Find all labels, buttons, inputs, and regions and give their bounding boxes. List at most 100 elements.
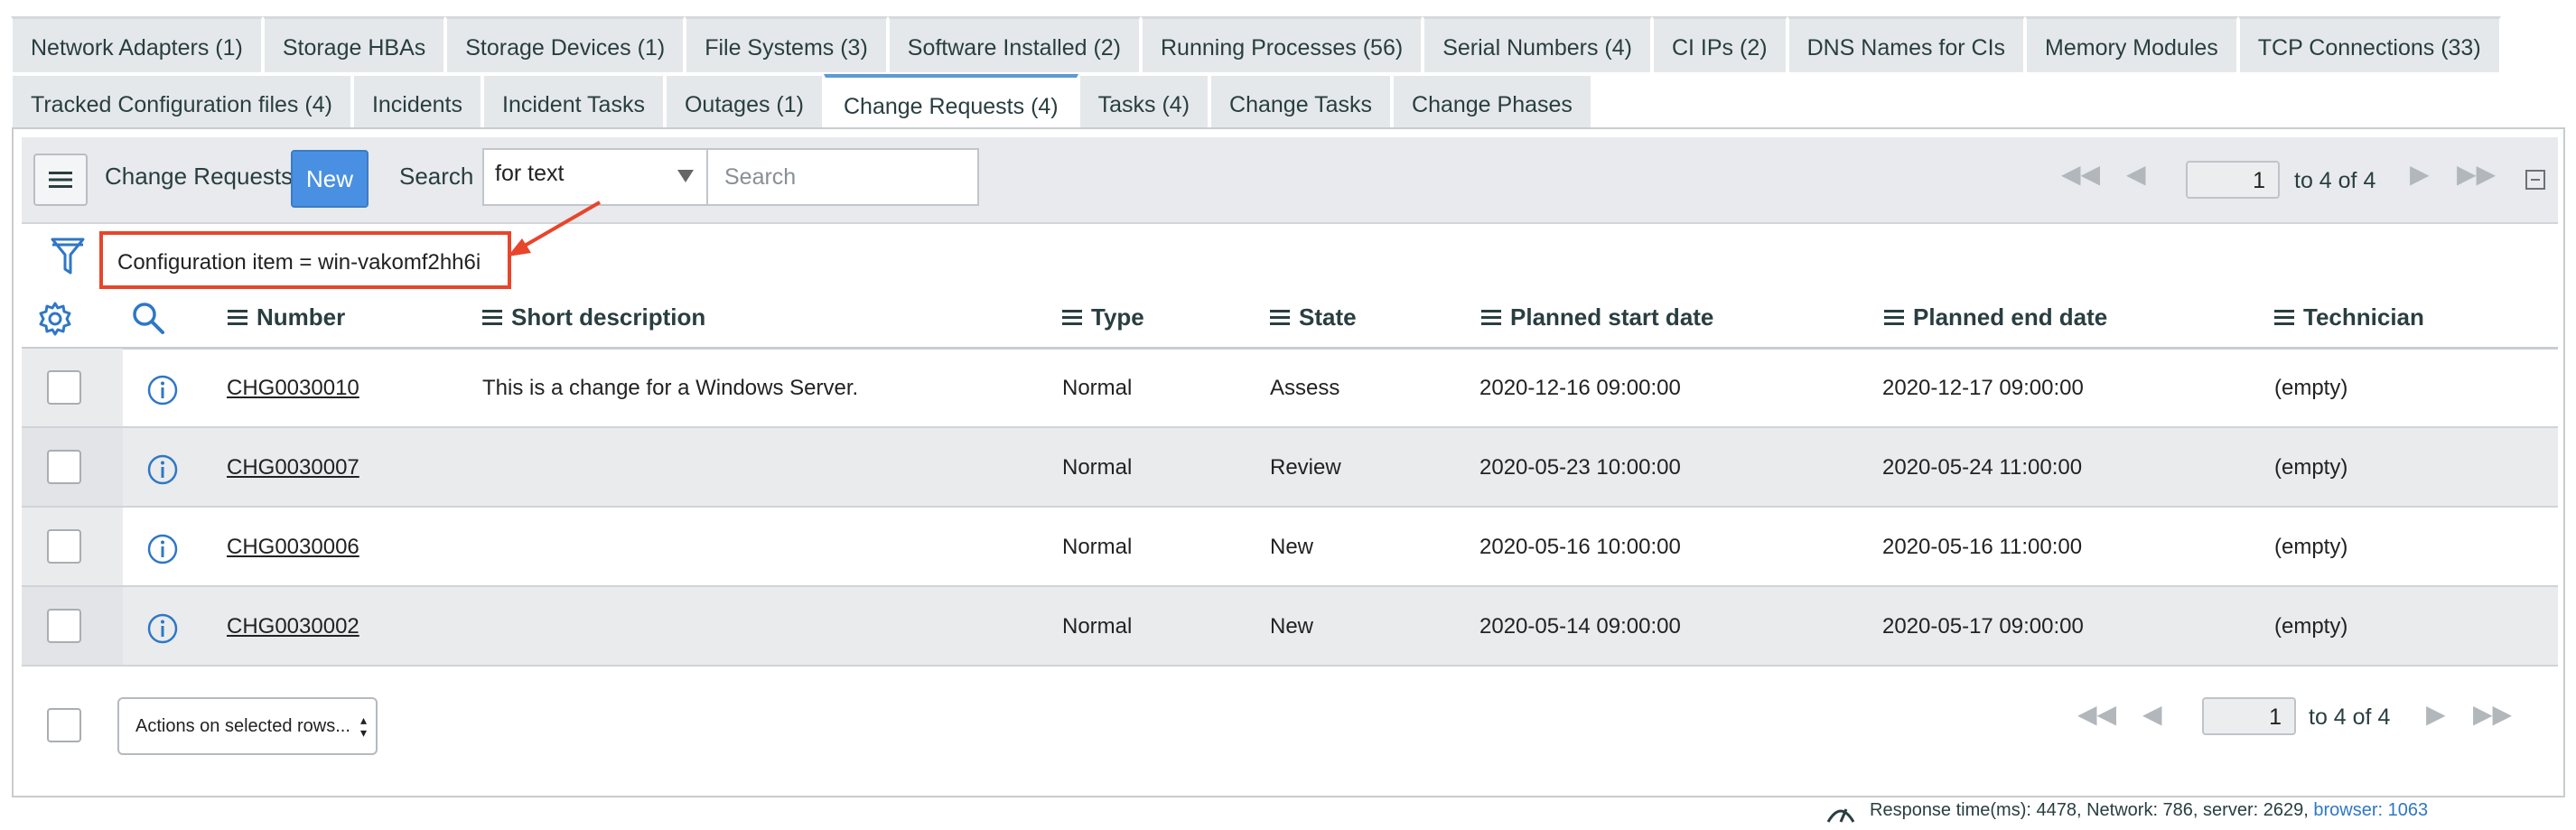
short-description-cell: This is a change for a Windows Server.	[482, 376, 859, 400]
tab-storage-devices[interactable]: Storage Devices (1)	[445, 16, 686, 74]
select-updown-icon: ▴ ▾	[359, 713, 367, 740]
planned-end-cell: 2020-05-16 11:00:00	[1882, 535, 2083, 559]
tab-incidents[interactable]: Incidents	[351, 74, 482, 132]
planned-end-cell: 2020-12-17 09:00:00	[1882, 376, 2084, 400]
column-header-planned-end-date[interactable]: Planned end date	[1884, 303, 2107, 331]
type-cell: Normal	[1062, 376, 1133, 400]
column-header-label: Type	[1091, 303, 1144, 331]
tab-change-phases[interactable]: Change Phases	[1392, 74, 1592, 132]
actions-on-selected-rows-select[interactable]: Actions on selected rows... ▴ ▾	[117, 697, 378, 755]
planned-start-cell: 2020-05-23 10:00:00	[1479, 455, 1681, 480]
search-icon[interactable]	[130, 300, 166, 340]
next-page-icon[interactable]: ▶	[2410, 159, 2430, 189]
info-icon[interactable]	[146, 374, 179, 411]
column-header-state[interactable]: State	[1270, 303, 1357, 331]
tab-file-systems[interactable]: File Systems (3)	[685, 16, 888, 74]
row-checkbox[interactable]	[47, 529, 81, 564]
column-header-type[interactable]: Type	[1062, 303, 1144, 331]
select-all-checkbox[interactable]	[47, 708, 81, 742]
first-page-icon[interactable]: ◀◀	[2061, 159, 2100, 189]
info-icon[interactable]	[146, 453, 179, 490]
related-lists-tabs-row-1: Network Adapters (1) Storage HBAs Storag…	[11, 16, 2501, 74]
page-range-text: to 4 of 4	[2294, 168, 2376, 193]
list-context-menu-button[interactable]	[33, 154, 88, 206]
annotation-arrow	[508, 201, 602, 256]
tab-tcp-connections[interactable]: TCP Connections (33)	[2237, 16, 2501, 74]
tab-outages[interactable]: Outages (1)	[664, 74, 824, 132]
tab-incident-tasks[interactable]: Incident Tasks	[482, 74, 665, 132]
last-page-icon[interactable]: ▶▶	[2457, 159, 2496, 189]
column-menu-icon	[1884, 306, 1904, 329]
column-header-label: Technician	[2303, 303, 2424, 331]
column-menu-icon	[1062, 306, 1082, 329]
state-cell: Review	[1270, 455, 1341, 480]
tab-serial-numbers[interactable]: Serial Numbers (4)	[1423, 16, 1652, 74]
planned-start-cell: 2020-05-14 09:00:00	[1479, 614, 1681, 639]
search-field-select[interactable]: for text	[482, 148, 708, 206]
tab-ci-ips[interactable]: CI IPs (2)	[1651, 16, 1787, 74]
tab-storage-hbas[interactable]: Storage HBAs	[262, 16, 446, 74]
column-header-planned-start-date[interactable]: Planned start date	[1481, 303, 1713, 331]
info-icon[interactable]	[146, 533, 179, 570]
type-cell: Normal	[1062, 614, 1133, 639]
row-checkbox[interactable]	[47, 609, 81, 643]
column-header-technician[interactable]: Technician	[2274, 303, 2424, 331]
row-checkbox[interactable]	[47, 450, 81, 484]
response-time-status: Response time(ms): 4478, Network: 786, s…	[1870, 800, 2428, 821]
gear-icon[interactable]	[38, 302, 72, 340]
state-cell: Assess	[1270, 376, 1340, 400]
technician-cell: (empty)	[2274, 376, 2348, 400]
state-cell: New	[1270, 614, 1314, 639]
previous-page-icon[interactable]: ◀	[2142, 699, 2162, 729]
filter-breadcrumb[interactable]: Configuration item = win-vakomf2hh6i	[99, 231, 511, 289]
column-header-short-description[interactable]: Short description	[482, 303, 705, 331]
column-header-label: Short description	[511, 303, 706, 331]
tab-dns-names[interactable]: DNS Names for CIs	[1787, 16, 2026, 74]
previous-page-icon[interactable]: ◀	[2126, 159, 2146, 189]
related-lists-tabs-row-2: Tracked Configuration files (4) Incident…	[11, 74, 1592, 132]
change-number-link[interactable]: CHG0030006	[227, 535, 359, 560]
technician-cell: (empty)	[2274, 614, 2348, 639]
next-page-icon[interactable]: ▶	[2426, 699, 2446, 729]
collapse-list-icon[interactable]	[2525, 170, 2545, 190]
tab-change-requests[interactable]: Change Requests (4)	[823, 74, 1078, 132]
response-time-icon[interactable]	[1825, 798, 1857, 830]
column-header-label: Number	[257, 303, 346, 331]
tab-software-installed[interactable]: Software Installed (2)	[887, 16, 1141, 74]
tab-tracked-configuration-files[interactable]: Tracked Configuration files (4)	[11, 74, 352, 132]
planned-end-cell: 2020-05-24 11:00:00	[1882, 455, 2083, 480]
column-menu-icon	[482, 306, 502, 329]
type-cell: Normal	[1062, 535, 1133, 559]
tab-network-adapters[interactable]: Network Adapters (1)	[11, 16, 263, 74]
change-number-link[interactable]: CHG0030010	[227, 376, 359, 401]
info-icon[interactable]	[146, 612, 179, 649]
tab-running-processes[interactable]: Running Processes (56)	[1141, 16, 1423, 74]
tab-memory-modules[interactable]: Memory Modules	[2025, 16, 2238, 74]
actions-select-value: Actions on selected rows...	[135, 716, 350, 736]
new-button[interactable]: New	[291, 150, 369, 208]
change-number-link[interactable]: CHG0030007	[227, 455, 359, 480]
list-toolbar: Change Requests New Search for text ◀◀ ◀…	[22, 137, 2558, 224]
filter-icon[interactable]	[51, 237, 85, 281]
table-row: CHG0030010 This is a change for a Window…	[22, 349, 2558, 428]
list-title: Change Requests	[105, 163, 294, 190]
table-row: CHG0030007 Normal Review 2020-05-23 10:0…	[22, 428, 2558, 508]
dropdown-caret-icon	[677, 170, 694, 182]
page-number-input[interactable]: 1	[2202, 697, 2296, 735]
tab-change-tasks[interactable]: Change Tasks	[1209, 74, 1393, 132]
last-page-icon[interactable]: ▶▶	[2473, 699, 2512, 729]
change-number-link[interactable]: CHG0030002	[227, 614, 359, 639]
column-header-label: Planned end date	[1913, 303, 2108, 331]
column-menu-icon	[1270, 306, 1290, 329]
column-header-number[interactable]: Number	[228, 303, 345, 331]
first-page-icon[interactable]: ◀◀	[2077, 699, 2116, 729]
planned-start-cell: 2020-12-16 09:00:00	[1479, 376, 1681, 400]
page-number-input[interactable]: 1	[2186, 161, 2280, 199]
type-cell: Normal	[1062, 455, 1133, 480]
column-header-label: State	[1299, 303, 1357, 331]
browser-time-link[interactable]: browser: 1063	[2313, 800, 2428, 820]
tab-tasks[interactable]: Tasks (4)	[1078, 74, 1210, 132]
row-checkbox[interactable]	[47, 370, 81, 405]
search-input[interactable]	[708, 148, 979, 206]
column-header-label: Planned start date	[1510, 303, 1714, 331]
